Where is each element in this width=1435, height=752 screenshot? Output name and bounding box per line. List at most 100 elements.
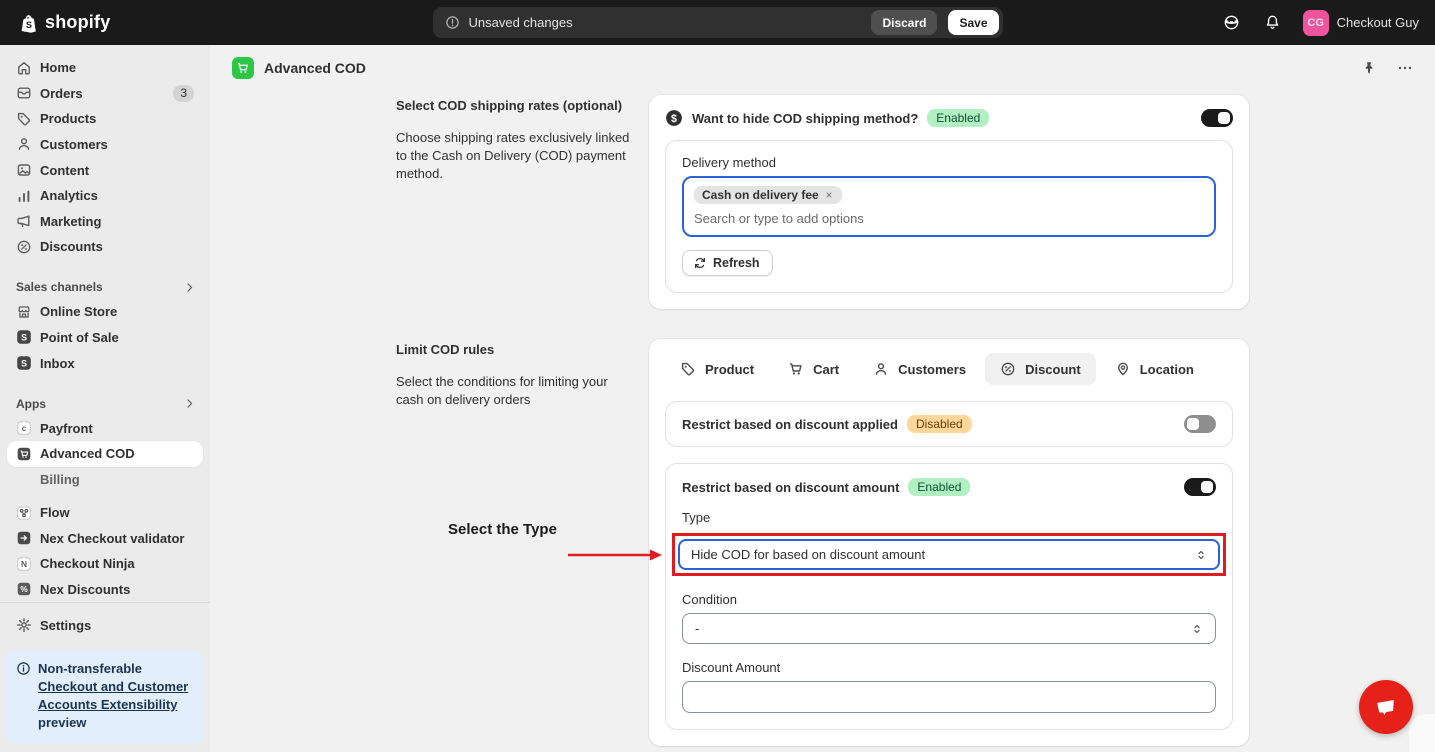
sidebar-item-nex-discounts[interactable]: Nex Discounts bbox=[7, 577, 203, 603]
sidebar-item-flow[interactable]: Flow bbox=[7, 500, 203, 526]
sidebar-item-settings[interactable]: Settings bbox=[7, 612, 203, 638]
unsaved-changes-bar: Unsaved changes Discard Save bbox=[433, 7, 1003, 38]
page-title: Advanced COD bbox=[264, 60, 366, 76]
sidebar-item-discounts[interactable]: Discounts bbox=[7, 234, 203, 260]
advanced-cod-app-icon bbox=[232, 57, 254, 79]
discount-icon bbox=[16, 239, 32, 255]
sidebar-item-customers[interactable]: Customers bbox=[7, 132, 203, 158]
shipping-rates-section: Select COD shipping rates (optional) Cho… bbox=[396, 95, 1249, 309]
sidebar-bottom: Settings Non-transferable Checkout and C… bbox=[0, 602, 210, 752]
checkout-ninja-app-icon bbox=[16, 556, 32, 572]
hide-cod-toggle[interactable] bbox=[1201, 109, 1233, 127]
tab-customers[interactable]: Customers bbox=[858, 353, 981, 385]
delivery-method-combobox[interactable]: Cash on delivery fee bbox=[682, 176, 1216, 237]
app-header: Advanced COD bbox=[210, 45, 1435, 90]
pin-icon[interactable] bbox=[1359, 58, 1379, 78]
chat-bubble-icon bbox=[1372, 694, 1400, 720]
shopify-logo: shopify bbox=[0, 12, 110, 34]
type-label: Type bbox=[682, 510, 1216, 525]
annotation-text: Select the Type bbox=[448, 521, 557, 538]
flow-app-icon bbox=[16, 505, 32, 521]
orders-icon bbox=[16, 85, 32, 101]
delivery-method-box: Delivery method Cash on delivery fee bbox=[665, 140, 1233, 293]
sidebar-item-content[interactable]: Content bbox=[7, 157, 203, 183]
main-content: Advanced COD Select COD shipping rates (… bbox=[210, 45, 1435, 752]
save-button[interactable]: Save bbox=[948, 10, 998, 35]
cart-icon bbox=[788, 361, 804, 377]
preview-notice-text: Non-transferable Checkout and Customer A… bbox=[38, 660, 194, 732]
sidebar-item-checkout-ninja[interactable]: Checkout Ninja bbox=[7, 551, 203, 577]
sidebar-item-advanced-cod[interactable]: Advanced COD bbox=[7, 441, 203, 467]
shopify-bag-icon bbox=[16, 12, 38, 34]
tab-discount[interactable]: Discount bbox=[985, 353, 1096, 385]
sidebar-item-nex-checkout-validator[interactable]: Nex Checkout validator bbox=[7, 525, 203, 551]
advanced-cod-app-icon bbox=[16, 446, 32, 462]
notifications-bell-icon[interactable] bbox=[1262, 12, 1283, 33]
tab-cart[interactable]: Cart bbox=[773, 353, 854, 385]
selected-option-chip[interactable]: Cash on delivery fee bbox=[694, 186, 842, 204]
chevron-right-icon bbox=[183, 397, 196, 410]
refresh-icon bbox=[693, 256, 707, 270]
condition-label: Condition bbox=[682, 592, 1216, 607]
tag-icon bbox=[680, 361, 696, 377]
info-icon bbox=[16, 661, 31, 732]
remove-chip-icon[interactable] bbox=[824, 190, 834, 200]
user-name: Checkout Guy bbox=[1337, 15, 1419, 30]
sidekick-icon[interactable] bbox=[1221, 12, 1242, 33]
sidebar-item-inbox[interactable]: Inbox bbox=[7, 350, 203, 376]
sidebar-item-marketing[interactable]: Marketing bbox=[7, 208, 203, 234]
sidebar-item-online-store[interactable]: Online Store bbox=[7, 299, 203, 325]
pos-icon bbox=[16, 329, 32, 345]
gear-icon bbox=[16, 617, 32, 633]
preview-notice: Non-transferable Checkout and Customer A… bbox=[6, 650, 204, 744]
extensibility-preview-link[interactable]: Checkout and Customer Accounts Extensibi… bbox=[38, 679, 188, 712]
user-menu[interactable]: CG Checkout Guy bbox=[1303, 10, 1419, 36]
hide-cod-card: Want to hide COD shipping method? Enable… bbox=[649, 95, 1249, 309]
tab-product[interactable]: Product bbox=[665, 353, 769, 385]
section-description: Choose shipping rates exclusively linked… bbox=[396, 129, 631, 183]
refresh-button[interactable]: Refresh bbox=[682, 250, 773, 276]
sales-channels-header[interactable]: Sales channels bbox=[0, 276, 210, 300]
type-select[interactable]: Hide COD for based on discount amount bbox=[678, 539, 1220, 570]
sidebar-item-products[interactable]: Products bbox=[7, 106, 203, 132]
discard-button[interactable]: Discard bbox=[871, 10, 937, 35]
status-badge: Enabled bbox=[908, 478, 970, 496]
rule-tabs: Product Cart Customers bbox=[665, 353, 1233, 385]
condition-select[interactable]: - bbox=[682, 613, 1216, 644]
location-icon bbox=[1115, 361, 1131, 377]
sidebar-item-orders[interactable]: Orders 3 bbox=[7, 81, 203, 107]
discount-amount-input[interactable] bbox=[682, 681, 1216, 713]
status-badge: Disabled bbox=[907, 415, 972, 433]
unsaved-changes-text: Unsaved changes bbox=[469, 15, 863, 30]
chevron-right-icon bbox=[183, 281, 196, 294]
combobox-search-input[interactable] bbox=[694, 211, 1204, 226]
sidebar-item-home[interactable]: Home bbox=[7, 55, 203, 81]
section-description: Select the conditions for limiting your … bbox=[396, 373, 631, 409]
content-icon bbox=[16, 162, 32, 178]
sidebar: Home Orders 3 Products Customers Content bbox=[0, 45, 210, 752]
delivery-method-label: Delivery method bbox=[682, 155, 1216, 170]
select-caret-icon bbox=[1191, 623, 1203, 635]
discount-applied-toggle[interactable] bbox=[1184, 415, 1216, 433]
section-title: Select COD shipping rates (optional) bbox=[396, 95, 631, 113]
tab-location[interactable]: Location bbox=[1100, 353, 1209, 385]
tag-icon bbox=[16, 111, 32, 127]
discount-applied-rule: Restrict based on discount applied Disab… bbox=[665, 401, 1233, 447]
sidebar-item-payfront[interactable]: Payfront bbox=[7, 415, 203, 441]
chat-bubble-button[interactable] bbox=[1359, 680, 1413, 734]
limit-rules-card: Product Cart Customers bbox=[649, 339, 1249, 746]
sidebar-item-billing[interactable]: Billing bbox=[7, 467, 203, 493]
sidebar-item-analytics[interactable]: Analytics bbox=[7, 183, 203, 209]
discount-amount-toggle[interactable] bbox=[1184, 478, 1216, 496]
home-icon bbox=[16, 60, 32, 76]
limit-cod-rules-section: Limit COD rules Select the conditions fo… bbox=[396, 339, 1249, 746]
inbox-icon bbox=[16, 355, 32, 371]
status-badge: Enabled bbox=[927, 109, 989, 127]
storefront-icon bbox=[16, 304, 32, 320]
customers-icon bbox=[16, 136, 32, 152]
apps-header[interactable]: Apps bbox=[0, 392, 210, 416]
sidebar-item-point-of-sale[interactable]: Point of Sale bbox=[7, 325, 203, 351]
more-options-icon[interactable] bbox=[1395, 58, 1415, 78]
type-select-highlight: Select the Type Hide COD for based on di… bbox=[672, 533, 1226, 576]
customers-icon bbox=[873, 361, 889, 377]
